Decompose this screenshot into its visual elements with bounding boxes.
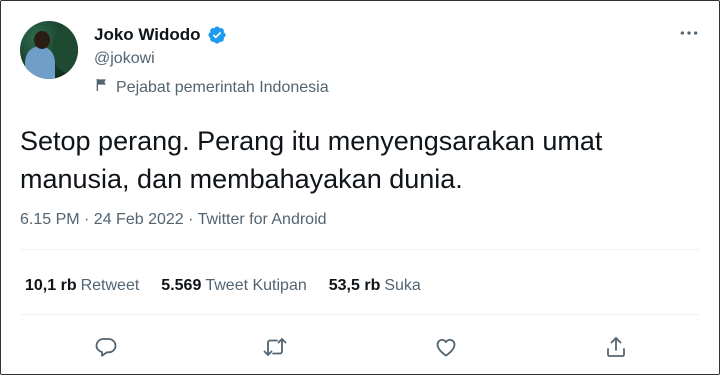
reply-icon[interactable] <box>94 335 120 361</box>
avatar-background <box>52 25 78 73</box>
quote-tweet-stat[interactable]: 5.569 Tweet Kutipan <box>161 277 306 295</box>
divider <box>20 314 700 315</box>
tweet-text: Setop perang. Perang itu menyengsarakan … <box>20 126 603 194</box>
like-icon[interactable] <box>434 335 460 361</box>
like-stat[interactable]: 53,5 rb Suka <box>329 277 421 295</box>
author-handle[interactable]: @jokowi <box>94 50 155 68</box>
author-display-name[interactable]: Joko Widodo <box>94 25 201 45</box>
author-name-row: Joko Widodo <box>94 25 227 45</box>
tweet-stats: 10,1 rb Retweet 5.569 Tweet Kutipan 53,5… <box>25 277 443 295</box>
avatar[interactable] <box>20 21 78 79</box>
account-label-text: Pejabat pemerintah Indonesia <box>116 78 329 96</box>
quote-tweet-count: 5.569 <box>161 277 202 294</box>
quote-tweet-label: Tweet Kutipan <box>205 277 307 294</box>
like-label: Suka <box>384 277 421 294</box>
avatar-figure-head <box>34 31 50 49</box>
more-options-icon[interactable] <box>677 25 701 41</box>
flag-icon <box>94 77 110 98</box>
retweet-count: 10,1 rb <box>25 277 77 294</box>
like-count: 53,5 rb <box>328 277 381 294</box>
avatar-figure-body <box>25 47 55 79</box>
action-bar <box>1 335 720 361</box>
tweet-timestamp[interactable]: 6.15 PM · 24 Feb 2022 · Twitter for Andr… <box>20 211 327 229</box>
retweet-icon[interactable] <box>263 335 289 361</box>
share-icon[interactable] <box>604 335 630 361</box>
divider <box>20 249 700 250</box>
tweet-card: Joko Widodo @jokowi Pejabat pemerintah I… <box>0 0 720 375</box>
retweet-stat[interactable]: 10,1 rb Retweet <box>25 277 139 295</box>
account-label: Pejabat pemerintah Indonesia <box>94 77 329 98</box>
verified-badge-icon <box>207 25 227 45</box>
retweet-label: Retweet <box>80 277 140 294</box>
